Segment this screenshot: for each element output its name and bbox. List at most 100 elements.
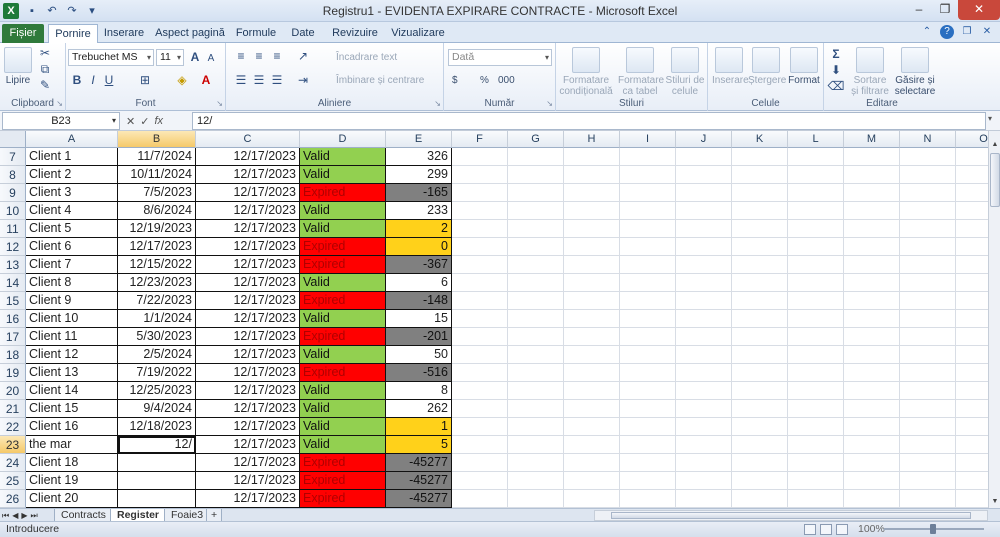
row-header-9[interactable]: 9 bbox=[0, 184, 26, 202]
cell-h10[interactable] bbox=[564, 202, 620, 220]
cell-a19[interactable]: Client 13 bbox=[26, 364, 118, 382]
cell-g16[interactable] bbox=[508, 310, 564, 328]
tab-view[interactable]: Vizualizare bbox=[388, 24, 448, 43]
cell-d19[interactable]: Expired bbox=[300, 364, 386, 382]
cell-k19[interactable] bbox=[732, 364, 788, 382]
cell-n11[interactable] bbox=[900, 220, 956, 238]
alignment-launcher-icon[interactable]: ↘ bbox=[434, 99, 441, 108]
cell-b20[interactable]: 12/25/2023 bbox=[118, 382, 196, 400]
row-header-18[interactable]: 18 bbox=[0, 346, 26, 364]
cell-h16[interactable] bbox=[564, 310, 620, 328]
cell-c25[interactable]: 12/17/2023 bbox=[196, 472, 300, 490]
cell-b23[interactable]: 12/ bbox=[118, 436, 196, 454]
format-painter-icon[interactable]: ✎ bbox=[38, 78, 52, 92]
row-header-20[interactable]: 20 bbox=[0, 382, 26, 400]
cell-g7[interactable] bbox=[508, 148, 564, 166]
cell-j7[interactable] bbox=[676, 148, 732, 166]
cell-h14[interactable] bbox=[564, 274, 620, 292]
cell-e23[interactable]: 5 bbox=[386, 436, 452, 454]
cell-d9[interactable]: Expired bbox=[300, 184, 386, 202]
cell-j15[interactable] bbox=[676, 292, 732, 310]
cell-o15[interactable] bbox=[956, 292, 988, 310]
cell-g17[interactable] bbox=[508, 328, 564, 346]
cell-m17[interactable] bbox=[844, 328, 900, 346]
cell-h13[interactable] bbox=[564, 256, 620, 274]
cell-j24[interactable] bbox=[676, 454, 732, 472]
cell-h25[interactable] bbox=[564, 472, 620, 490]
cell-a7[interactable]: Client 1 bbox=[26, 148, 118, 166]
cell-c16[interactable]: 12/17/2023 bbox=[196, 310, 300, 328]
number-launcher-icon[interactable]: ↘ bbox=[546, 99, 553, 108]
cell-j8[interactable] bbox=[676, 166, 732, 184]
minimize-button[interactable]: – bbox=[906, 0, 932, 20]
cell-f12[interactable] bbox=[452, 238, 508, 256]
cell-e8[interactable]: 299 bbox=[386, 166, 452, 184]
cell-e10[interactable]: 233 bbox=[386, 202, 452, 220]
cell-j10[interactable] bbox=[676, 202, 732, 220]
cell-f14[interactable] bbox=[452, 274, 508, 292]
cell-m16[interactable] bbox=[844, 310, 900, 328]
cell-d22[interactable]: Valid bbox=[300, 418, 386, 436]
cell-i13[interactable] bbox=[620, 256, 676, 274]
tab-data[interactable]: Date bbox=[284, 24, 322, 43]
cell-m19[interactable] bbox=[844, 364, 900, 382]
cell-b18[interactable]: 2/5/2024 bbox=[118, 346, 196, 364]
cell-o12[interactable] bbox=[956, 238, 988, 256]
cell-i7[interactable] bbox=[620, 148, 676, 166]
cell-j23[interactable] bbox=[676, 436, 732, 454]
cell-m22[interactable] bbox=[844, 418, 900, 436]
page-break-view-icon[interactable] bbox=[836, 524, 848, 535]
cell-l17[interactable] bbox=[788, 328, 844, 346]
shrink-font-icon[interactable]: A bbox=[204, 51, 218, 65]
cell-g19[interactable] bbox=[508, 364, 564, 382]
expand-formula-bar-icon[interactable]: ▾ bbox=[988, 114, 998, 128]
font-size-combo[interactable]: 11 ▾ bbox=[156, 49, 184, 66]
align-middle-icon[interactable]: ≡ bbox=[252, 49, 266, 63]
cell-n19[interactable] bbox=[900, 364, 956, 382]
underline-button[interactable]: U bbox=[102, 73, 116, 87]
italic-button[interactable]: I bbox=[86, 73, 100, 87]
name-box-dropdown-icon[interactable]: ▾ bbox=[112, 113, 116, 129]
cell-f8[interactable] bbox=[452, 166, 508, 184]
cell-d24[interactable]: Expired bbox=[300, 454, 386, 472]
cell-b10[interactable]: 8/6/2024 bbox=[118, 202, 196, 220]
name-box[interactable]: B23 ▾ bbox=[2, 112, 120, 130]
cell-n13[interactable] bbox=[900, 256, 956, 274]
clear-icon[interactable]: ⌫ bbox=[828, 79, 845, 93]
cell-f26[interactable] bbox=[452, 490, 508, 508]
row-header-7[interactable]: 7 bbox=[0, 148, 26, 166]
cell-k13[interactable] bbox=[732, 256, 788, 274]
restore-icon[interactable]: ❐ bbox=[960, 25, 974, 39]
cell-j26[interactable] bbox=[676, 490, 732, 508]
cell-i9[interactable] bbox=[620, 184, 676, 202]
cell-h21[interactable] bbox=[564, 400, 620, 418]
cell-g12[interactable] bbox=[508, 238, 564, 256]
cell-g26[interactable] bbox=[508, 490, 564, 508]
cell-o8[interactable] bbox=[956, 166, 988, 184]
close-workbook-icon[interactable]: ✕ bbox=[980, 25, 994, 39]
cell-m11[interactable] bbox=[844, 220, 900, 238]
cell-j19[interactable] bbox=[676, 364, 732, 382]
tab-home[interactable]: Pornire bbox=[48, 24, 98, 44]
cell-c13[interactable]: 12/17/2023 bbox=[196, 256, 300, 274]
cell-o7[interactable] bbox=[956, 148, 988, 166]
cell-a12[interactable]: Client 6 bbox=[26, 238, 118, 256]
cell-j16[interactable] bbox=[676, 310, 732, 328]
cell-e12[interactable]: 0 bbox=[386, 238, 452, 256]
cell-k7[interactable] bbox=[732, 148, 788, 166]
fill-color-icon[interactable]: ◈ bbox=[174, 73, 190, 87]
conditional-formatting-button[interactable]: Formatare condițională bbox=[558, 47, 614, 97]
cell-i11[interactable] bbox=[620, 220, 676, 238]
cell-h22[interactable] bbox=[564, 418, 620, 436]
column-header-a[interactable]: A bbox=[26, 131, 118, 148]
cell-k22[interactable] bbox=[732, 418, 788, 436]
cell-h11[interactable] bbox=[564, 220, 620, 238]
cell-g25[interactable] bbox=[508, 472, 564, 490]
cell-e15[interactable]: -148 bbox=[386, 292, 452, 310]
cell-o22[interactable] bbox=[956, 418, 988, 436]
cell-l10[interactable] bbox=[788, 202, 844, 220]
cell-m18[interactable] bbox=[844, 346, 900, 364]
cell-b7[interactable]: 11/7/2024 bbox=[118, 148, 196, 166]
tab-insert[interactable]: Inserare bbox=[100, 24, 148, 43]
row-header-26[interactable]: 26 bbox=[0, 490, 26, 508]
